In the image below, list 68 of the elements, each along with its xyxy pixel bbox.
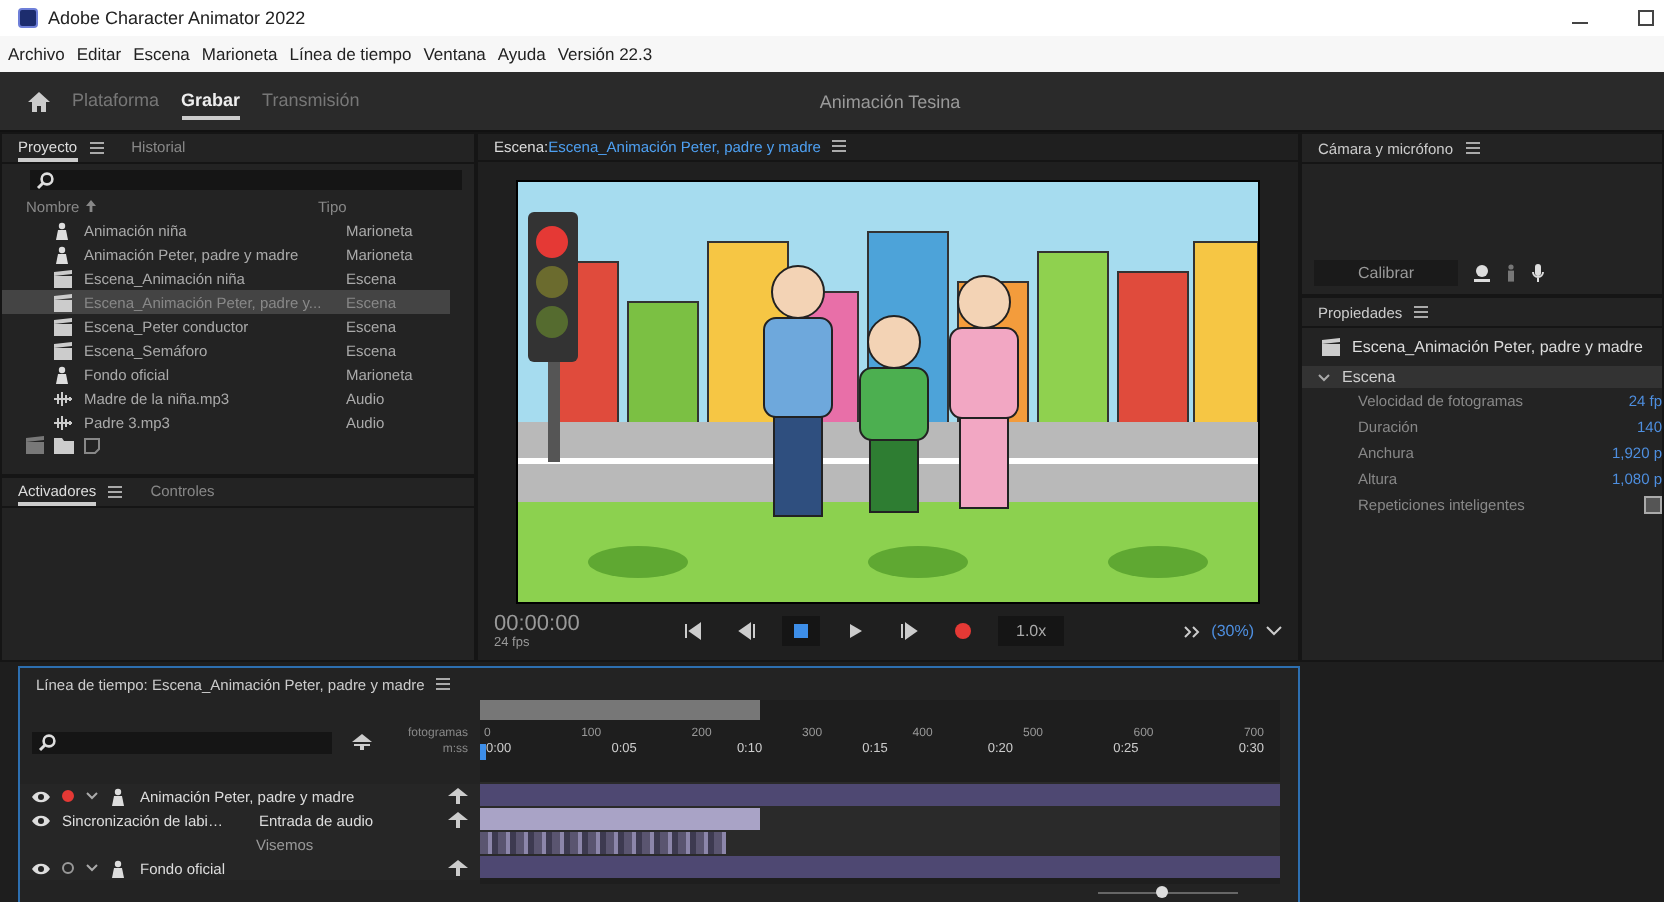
menu-item[interactable]: Ayuda (497, 44, 546, 64)
microphone-icon[interactable] (1532, 264, 1545, 282)
menu-item[interactable]: Línea de tiempo (289, 44, 412, 64)
chevron-icon[interactable] (86, 792, 98, 800)
stop-button[interactable] (782, 616, 820, 647)
search-icon (36, 171, 54, 189)
folder-icon[interactable] (54, 437, 74, 453)
home-icon[interactable] (28, 91, 50, 111)
menu-icon (436, 678, 451, 690)
speed-field[interactable]: 1.0x (998, 616, 1065, 647)
step-forward-icon (900, 622, 918, 641)
webcam-icon[interactable] (1474, 264, 1491, 282)
sort-arrow-icon (85, 200, 96, 212)
menu-item[interactable]: Marioneta (201, 44, 278, 64)
record-arm-toggle[interactable] (62, 790, 74, 802)
scene-icon (54, 269, 72, 287)
record-icon (954, 622, 972, 641)
calibrate-button[interactable]: Calibrar (1314, 260, 1459, 286)
timecode[interactable]: 00:00:00 (494, 612, 674, 637)
skip-start-icon (684, 622, 702, 641)
checkbox[interactable] (1644, 496, 1662, 514)
section-header[interactable]: Escena (1302, 366, 1662, 388)
puppet-icon (54, 245, 72, 263)
menu-item[interactable]: Editar (76, 44, 122, 64)
scene-icon (1322, 338, 1340, 356)
puppet-icon (110, 787, 128, 805)
puppet-icon (110, 859, 128, 877)
menu-item[interactable]: Versión 22.3 (557, 44, 653, 64)
viseme-strip[interactable] (480, 831, 726, 853)
search-field[interactable] (30, 170, 462, 190)
eye-icon[interactable] (32, 861, 50, 875)
puppet-icon (54, 221, 72, 239)
eye-icon[interactable] (32, 789, 50, 803)
project-name: Animación Tesina (819, 91, 961, 111)
zoom-level[interactable]: (30%) (1211, 622, 1254, 641)
scene-icon (54, 293, 72, 311)
record-arm-toggle[interactable] (62, 862, 74, 874)
audio-take-bar[interactable] (480, 807, 760, 829)
menu-item[interactable]: Escena (133, 44, 190, 64)
menu-icon (89, 142, 104, 154)
page-icon[interactable] (84, 437, 100, 453)
play-icon (846, 622, 864, 641)
menu-icon (1414, 306, 1429, 318)
window-title: Adobe Character Animator 2022 (48, 8, 306, 28)
person-icon[interactable] (1506, 264, 1517, 282)
search-field[interactable] (32, 731, 332, 753)
scene-icon[interactable] (26, 436, 44, 454)
chevron-icon[interactable] (86, 864, 98, 872)
scene-icon (54, 317, 72, 335)
menu-icon (832, 140, 847, 153)
menu-item[interactable]: Archivo (8, 44, 65, 64)
menu-item[interactable]: Ventana (423, 44, 486, 64)
step-back-icon (738, 622, 756, 641)
app-logo-icon (18, 8, 38, 28)
scene-name: Escena_Animación Peter, padre y madre (1352, 338, 1643, 356)
double-chevron-icon[interactable] (1183, 625, 1200, 638)
scene-icon (54, 341, 72, 359)
stop-icon (792, 622, 810, 641)
chevron-down-icon[interactable] (1266, 626, 1282, 637)
workspace-tab[interactable]: Grabar (181, 83, 241, 119)
menu-icon (1465, 142, 1480, 154)
search-icon (38, 733, 56, 751)
puppet-icon (54, 365, 72, 383)
audio-icon (54, 389, 72, 407)
menu-icon (108, 486, 123, 498)
eye-icon[interactable] (32, 813, 50, 827)
audio-icon (54, 413, 72, 431)
maximize-icon[interactable] (1638, 10, 1654, 26)
